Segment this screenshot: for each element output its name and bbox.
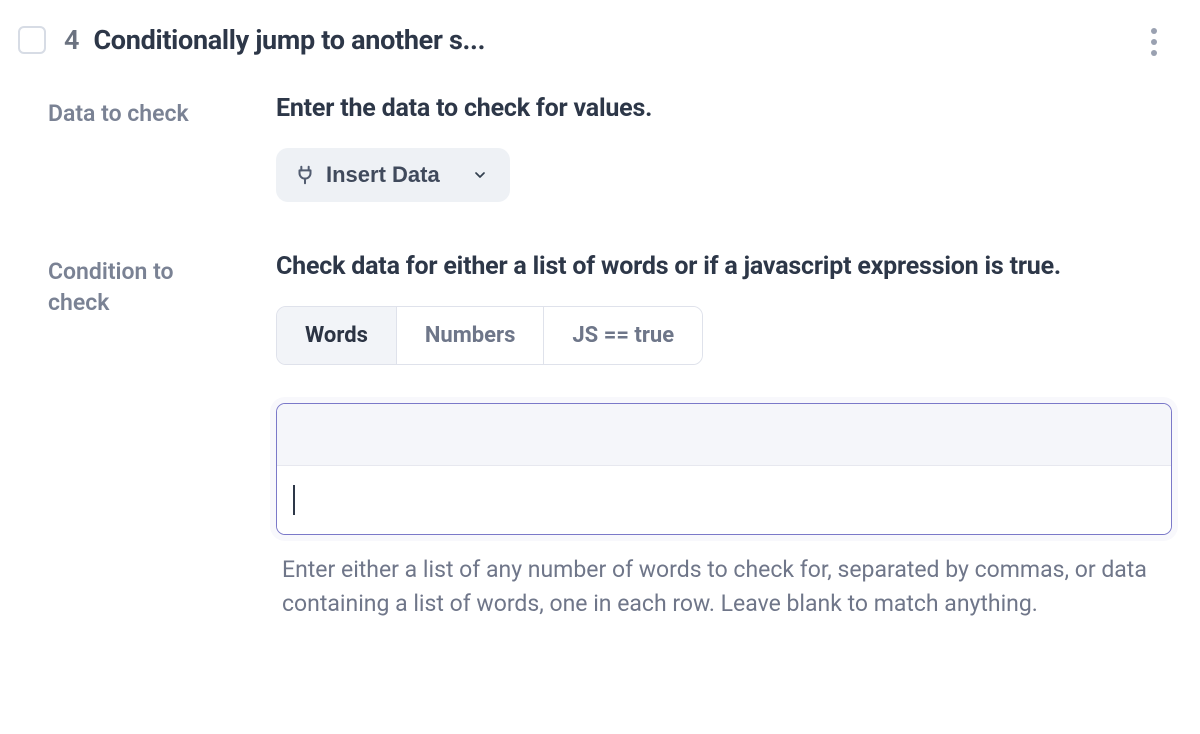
tab-js[interactable]: JS == true <box>544 307 702 364</box>
condition-tabs: Words Numbers JS == true <box>276 306 703 365</box>
condition-row: Condition to check Check data for either… <box>18 250 1172 622</box>
insert-data-label: Insert Data <box>326 162 440 188</box>
condition-label: Condition to check <box>48 250 236 318</box>
editor-toolbar <box>277 404 1171 466</box>
step-checkbox[interactable] <box>18 26 46 54</box>
step-title: Conditionally jump to another s... <box>93 24 485 56</box>
condition-editor[interactable] <box>276 403 1172 535</box>
more-vertical-icon <box>1150 27 1158 57</box>
condition-help-text: Enter either a list of any number of wor… <box>276 553 1156 622</box>
data-to-check-description: Enter the data to check for values. <box>276 92 1172 126</box>
condition-description: Check data for either a list of words or… <box>276 250 1172 284</box>
chevron-down-icon <box>472 167 488 183</box>
step-card: 4 Conditionally jump to another s... Dat… <box>18 24 1172 622</box>
data-to-check-row: Data to check Enter the data to check fo… <box>18 92 1172 202</box>
step-header: 4 Conditionally jump to another s... <box>18 24 1172 56</box>
tab-numbers[interactable]: Numbers <box>397 307 545 364</box>
editor-body[interactable] <box>277 466 1171 534</box>
more-options-button[interactable] <box>1136 24 1172 60</box>
text-caret <box>293 485 295 515</box>
step-number: 4 <box>64 24 79 56</box>
tab-words[interactable]: Words <box>277 307 397 364</box>
insert-data-button[interactable]: Insert Data <box>276 148 510 202</box>
plug-icon <box>294 164 316 186</box>
data-to-check-label: Data to check <box>48 92 236 129</box>
